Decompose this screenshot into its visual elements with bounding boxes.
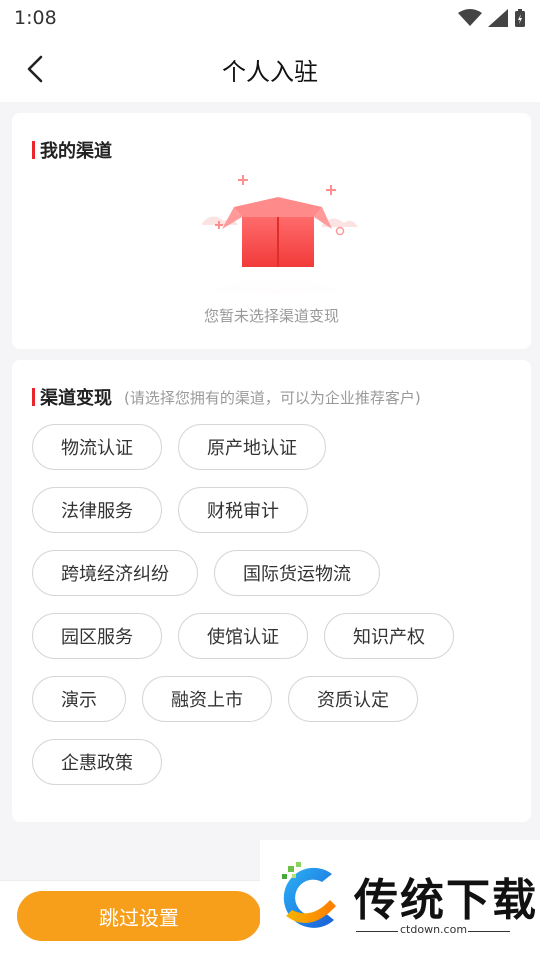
channel-tag[interactable]: 原产地认证 (178, 424, 326, 470)
tag-row: 物流认证 原产地认证 (32, 424, 522, 470)
wifi-icon (458, 9, 482, 26)
tag-row: 演示 融资上市 资质认定 (32, 676, 522, 722)
divider (356, 931, 398, 932)
channel-tag[interactable]: 知识产权 (324, 613, 454, 659)
watermark-title: 传统下载 (354, 875, 538, 926)
empty-state-text: 您暂未选择渠道变现 (203, 307, 339, 325)
channel-tag[interactable]: 国际货运物流 (214, 550, 380, 596)
header: 个人入驻 (0, 36, 540, 102)
divider (468, 931, 510, 932)
skip-settings-button[interactable]: 跳过设置 (17, 891, 261, 941)
section-accent-bar (32, 388, 35, 406)
tag-row: 企惠政策 (32, 739, 522, 785)
channel-tag[interactable]: 跨境经济纠纷 (32, 550, 198, 596)
channel-options-hint: (请选择您拥有的渠道，可以为企业推荐客户) (124, 388, 421, 407)
status-time: 1:08 (14, 7, 57, 29)
tag-row: 跨境经济纠纷 国际货运物流 (32, 550, 522, 596)
channel-options-card: 渠道变现 (请选择您拥有的渠道，可以为企业推荐客户) 物流认证 原产地认证 法律… (12, 360, 531, 822)
back-button[interactable] (16, 50, 54, 88)
watermark: 传统下载 ctdown.com (260, 840, 540, 960)
ctdown-logo-icon (282, 862, 336, 928)
my-channel-card: 我的渠道 您暂未选择渠道变现 (12, 113, 531, 349)
my-channel-heading: 我的渠道 (32, 137, 112, 163)
channel-tag[interactable]: 园区服务 (32, 613, 162, 659)
chevron-left-icon (27, 55, 43, 83)
watermark-url: ctdown.com (400, 923, 468, 936)
page-title: 个人入驻 (222, 57, 318, 86)
channel-tag-list: 物流认证 原产地认证 法律服务 财税审计 跨境经济纠纷 国际货运物流 园区服务 … (32, 424, 522, 802)
channel-tag[interactable]: 资质认定 (288, 676, 418, 722)
empty-box-icon (167, 175, 387, 293)
channel-tag[interactable]: 法律服务 (32, 487, 162, 533)
section-accent-bar (32, 141, 35, 159)
tag-row: 法律服务 财税审计 (32, 487, 522, 533)
my-channel-title: 我的渠道 (40, 141, 112, 162)
channel-tag[interactable]: 企惠政策 (32, 739, 162, 785)
tag-row: 园区服务 使馆认证 知识产权 (32, 613, 522, 659)
channel-options-heading: 渠道变现 (请选择您拥有的渠道，可以为企业推荐客户) (32, 384, 421, 410)
signal-icon (488, 9, 508, 27)
channel-tag[interactable]: 物流认证 (32, 424, 162, 470)
channel-options-title: 渠道变现 (40, 388, 112, 409)
status-bar: 1:08 (0, 0, 540, 36)
channel-tag[interactable]: 演示 (32, 676, 126, 722)
channel-tag[interactable]: 使馆认证 (178, 613, 308, 659)
battery-icon (515, 9, 525, 27)
status-icons (458, 8, 526, 28)
channel-tag[interactable]: 融资上市 (142, 676, 272, 722)
channel-tag[interactable]: 财税审计 (178, 487, 308, 533)
